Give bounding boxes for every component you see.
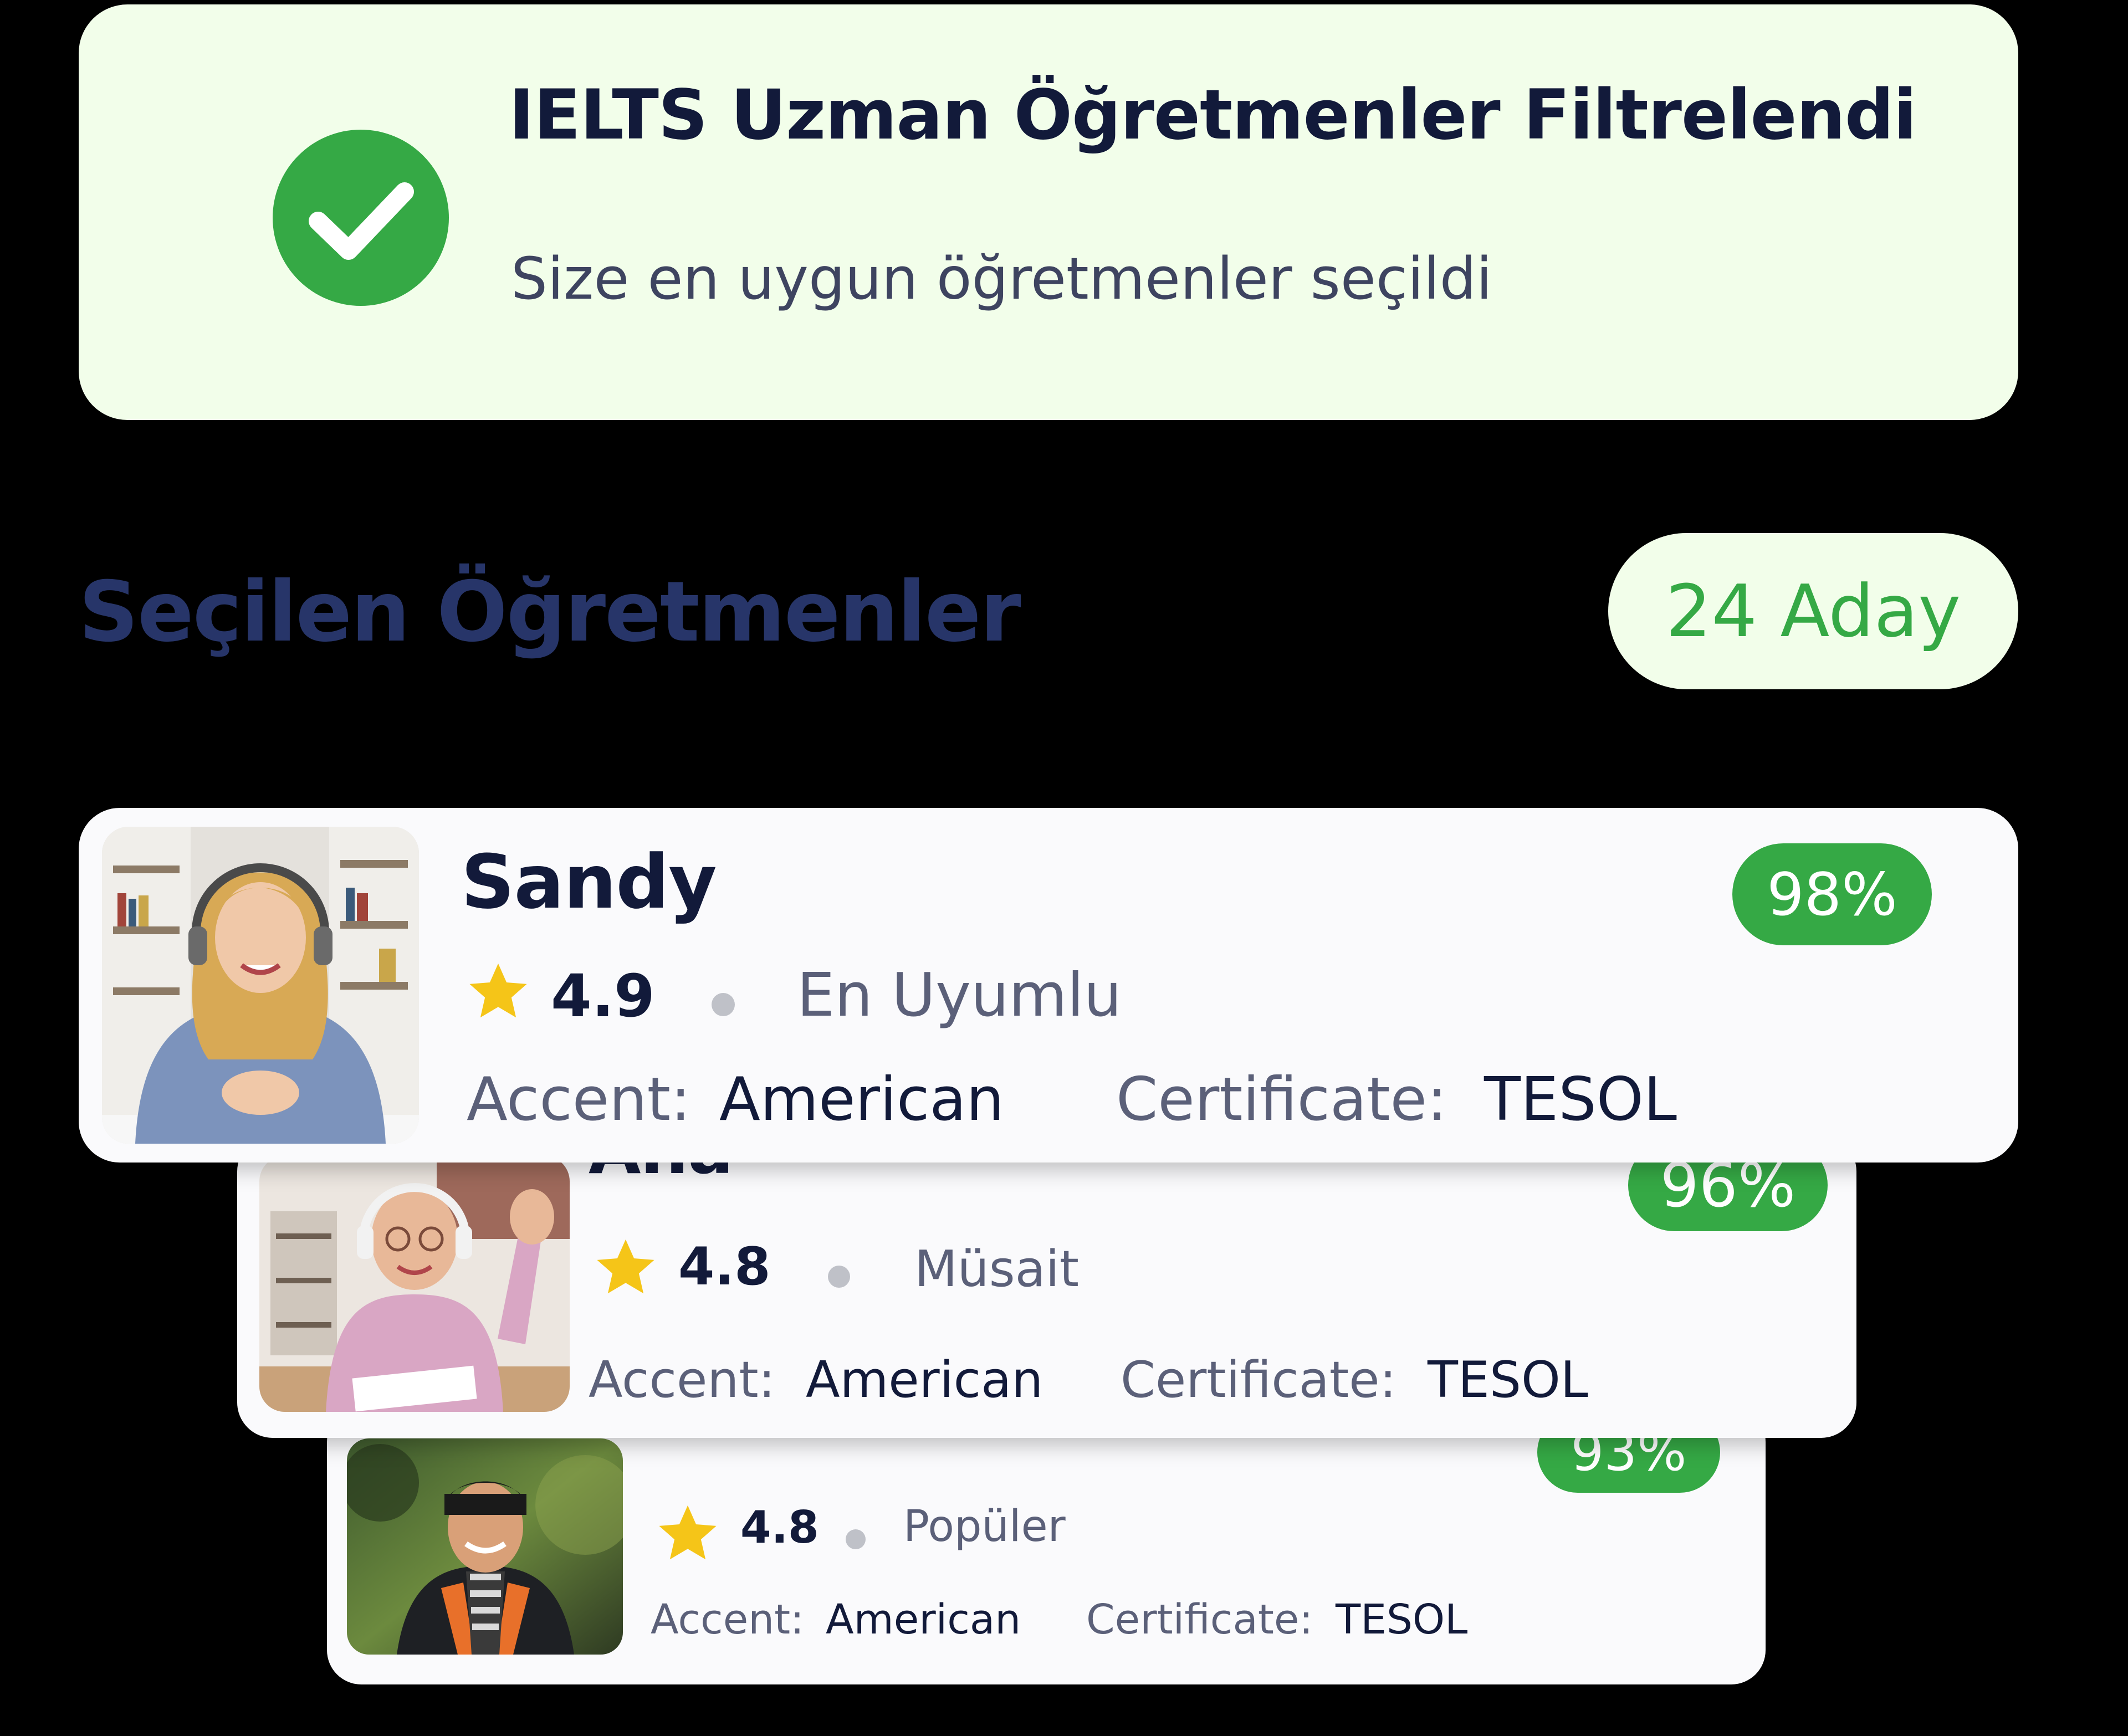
candidate-count-badge: 24 Aday [1608, 533, 2018, 689]
accent-value: American [826, 1596, 1021, 1643]
match-score-badge: 98% [1732, 843, 1932, 945]
separator-dot [846, 1529, 866, 1549]
teacher-status: Müsait [914, 1240, 1080, 1298]
certificate-value: TESOL [1336, 1596, 1468, 1643]
certificate-label: Certificate: [1086, 1596, 1313, 1643]
certificate-value: TESOL [1428, 1351, 1588, 1409]
teacher-card-ana[interactable]: 4.8 Müsait Accent: American Certificate:… [237, 1136, 1856, 1438]
teacher-photo-sandy [102, 827, 419, 1144]
teacher-card-sandy[interactable]: 4.9 En Uyumlu Accent: American Certifica… [79, 808, 2018, 1163]
teacher-rating: 4.8 [740, 1502, 819, 1553]
teacher-status: En Uyumlu [797, 961, 1122, 1030]
certificate-label: Certificate: [1116, 1065, 1447, 1134]
accent-value: American [806, 1351, 1043, 1409]
teacher-name: Sandy [461, 839, 717, 925]
teacher-rating: 4.9 [551, 962, 655, 1030]
banner-title: IELTS Uzman Öğretmenler Filtrelendi [509, 75, 1917, 155]
teacher-rating: 4.8 [678, 1237, 771, 1297]
separator-dot [828, 1266, 850, 1288]
star-icon [593, 1237, 658, 1301]
star-icon [655, 1503, 720, 1567]
separator-dot [712, 993, 735, 1016]
teacher-photo-ana [259, 1156, 570, 1412]
certificate-value: TESOL [1484, 1065, 1677, 1134]
banner-subtitle: Size en uygun öğretmenler seçildi [511, 245, 1492, 313]
certificate-label: Certificate: [1121, 1351, 1396, 1409]
filter-success-banner: IELTS Uzman Öğretmenler Filtrelendi Size… [79, 4, 2018, 420]
teacher-status: Popüler [903, 1502, 1066, 1551]
check-circle-icon [273, 130, 449, 306]
section-title: Seçilen Öğretmenler [79, 564, 1021, 660]
accent-label: Accent: [589, 1351, 775, 1409]
accent-label: Accent: [467, 1065, 691, 1134]
accent-value: American [719, 1065, 1004, 1134]
teacher-photo-travis [347, 1438, 623, 1655]
accent-label: Accent: [651, 1596, 805, 1643]
star-icon [466, 961, 531, 1025]
